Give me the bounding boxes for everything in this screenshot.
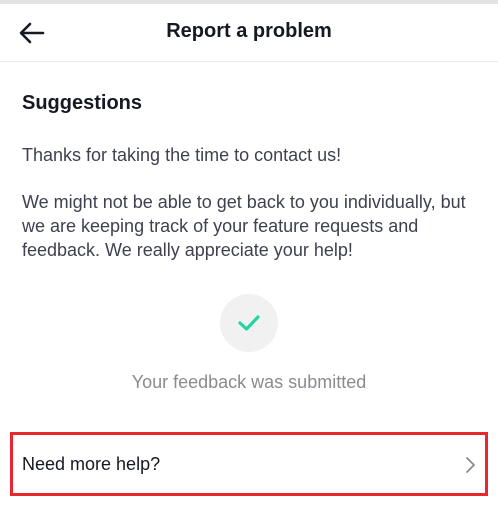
header-bar: Report a problem (0, 4, 498, 62)
info-message: We might not be able to get back to you … (22, 192, 466, 260)
chevron-right-icon (466, 457, 475, 473)
success-badge (220, 294, 278, 352)
section-title: Suggestions (22, 92, 143, 114)
page-title: Report a problem (166, 20, 332, 42)
need-more-help-label: Need more help? (22, 454, 161, 474)
thanks-message: Thanks for taking the time to contact us… (22, 145, 342, 165)
submission-status: Your feedback was submitted (131, 372, 367, 392)
checkmark-icon (238, 315, 260, 331)
need-more-help-row[interactable]: Need more help? (10, 432, 488, 496)
